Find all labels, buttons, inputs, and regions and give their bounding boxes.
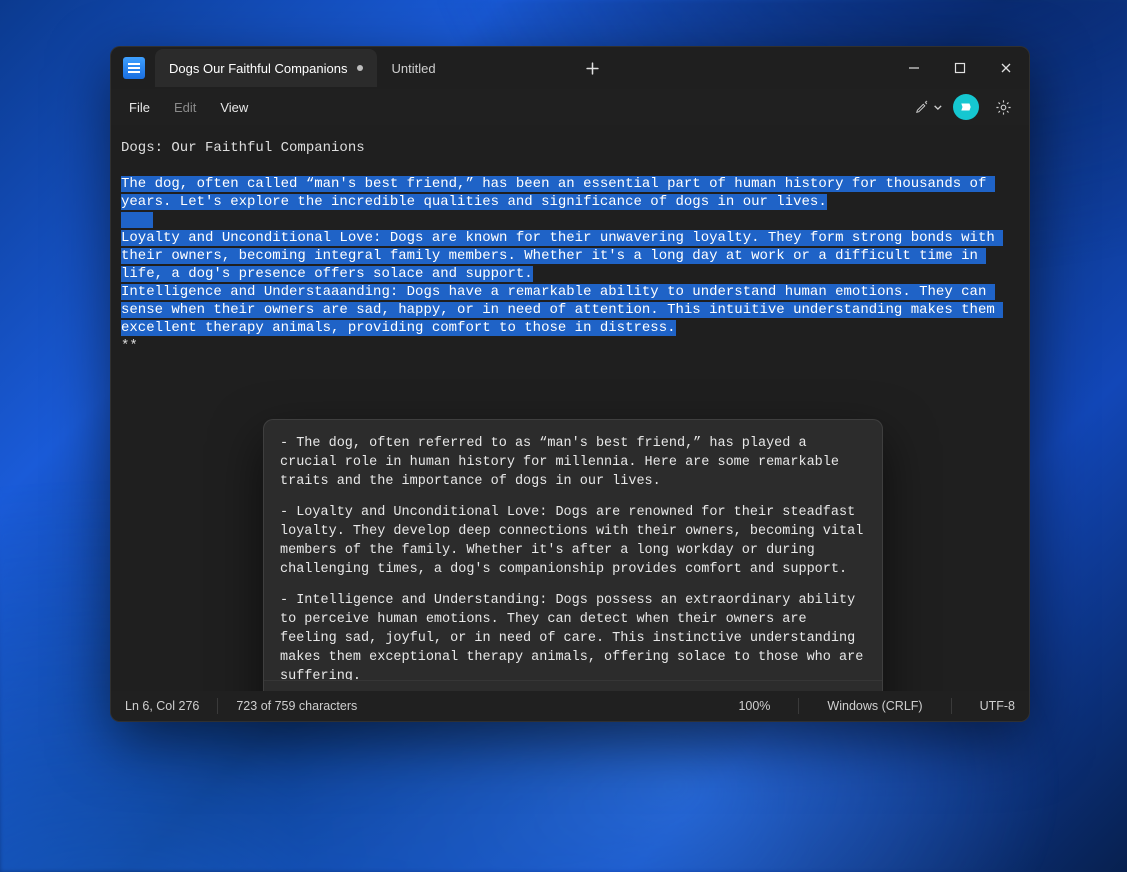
status-encoding[interactable]: UTF-8 (980, 699, 1015, 713)
ai-rewrite-popup: - The dog, often referred to as “man's b… (263, 419, 883, 691)
notepad-window: Dogs Our Faithful Companions Untitled (110, 46, 1030, 722)
menubar: File Edit View (111, 89, 1029, 125)
format-dropdown[interactable]: List (432, 687, 488, 691)
editor-selected-text: The dog, often called “man's best friend… (121, 176, 995, 210)
ai-controls-row: Length Tone List AI-generated content ma… (264, 680, 882, 691)
settings-button[interactable] (989, 93, 1017, 121)
window-maximize-button[interactable] (937, 47, 983, 89)
ai-suggestion-paragraph: - Intelligence and Understanding: Dogs p… (280, 591, 866, 680)
titlebar-left: Dogs Our Faithful Companions Untitled (119, 49, 609, 87)
editor-title-line: Dogs: Our Faithful Companions (121, 139, 1019, 157)
ai-suggestion-paragraph: - Loyalty and Unconditional Love: Dogs a… (280, 503, 866, 579)
menubar-right (915, 93, 1021, 121)
tone-dropdown[interactable]: Tone (362, 687, 418, 691)
menus: File Edit View (119, 96, 258, 119)
tab-title: Untitled (391, 61, 435, 76)
tab-title: Dogs Our Faithful Companions (169, 61, 347, 76)
app-icon (123, 57, 145, 79)
editor-tail: ** (121, 337, 1019, 355)
editor-selected-text: Loyalty and Unconditional Love: Dogs are… (121, 230, 1003, 282)
menu-view[interactable]: View (210, 96, 258, 119)
titlebar: Dogs Our Faithful Companions Untitled (111, 47, 1029, 89)
window-close-button[interactable] (983, 47, 1029, 89)
menu-edit[interactable]: Edit (164, 96, 206, 119)
copilot-button[interactable] (953, 94, 979, 120)
window-minimize-button[interactable] (891, 47, 937, 89)
status-zoom[interactable]: 100% (738, 699, 770, 713)
new-tab-button[interactable] (575, 54, 609, 82)
editor-selected-text: Intelligence and Understaaanding: Dogs h… (121, 284, 1003, 336)
text-editor[interactable]: Dogs: Our Faithful Companions The dog, o… (111, 125, 1029, 691)
status-line-ending[interactable]: Windows (CRLF) (827, 699, 922, 713)
tab-active[interactable]: Dogs Our Faithful Companions (155, 49, 377, 87)
tab-inactive[interactable]: Untitled (377, 49, 557, 87)
tab-dirty-indicator (357, 65, 363, 71)
ai-suggestion-body: - The dog, often referred to as “man's b… (264, 420, 882, 680)
status-selection-count: 723 of 759 characters (236, 699, 357, 713)
status-cursor-position: Ln 6, Col 276 (125, 699, 199, 713)
ai-suggestion-paragraph: - The dog, often referred to as “man's b… (280, 434, 866, 491)
ai-rewrite-button[interactable] (915, 93, 943, 121)
status-bar: Ln 6, Col 276 723 of 759 characters 100%… (111, 691, 1029, 721)
menu-file[interactable]: File (119, 96, 160, 119)
window-buttons (891, 47, 1029, 89)
length-dropdown[interactable]: Length (276, 687, 348, 691)
